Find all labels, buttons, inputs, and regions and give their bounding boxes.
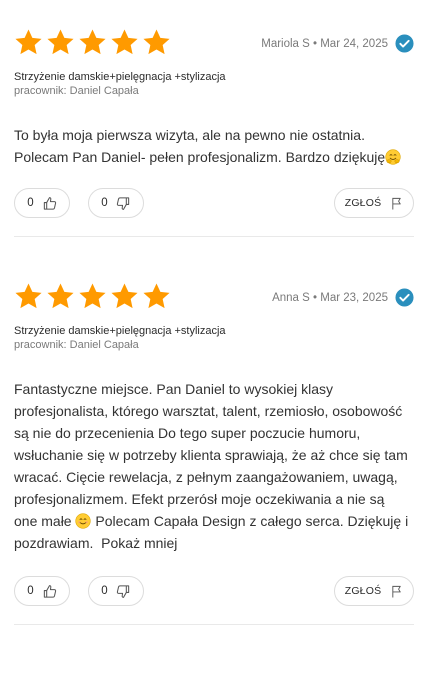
- star-icon: [78, 282, 107, 311]
- upvote-button[interactable]: 0: [14, 188, 70, 218]
- star-icon: [78, 28, 107, 57]
- report-label: ZGŁOŚ: [344, 197, 382, 209]
- review-text-part2: Polecam Capała Design z całego serca. Dz…: [14, 513, 409, 551]
- downvote-count: 0: [101, 197, 108, 209]
- flag-icon: [392, 197, 402, 210]
- smiling-face-icon: [75, 513, 92, 529]
- star-rating: [14, 28, 171, 57]
- employee-name: pracownik: Daniel Capała: [14, 339, 139, 351]
- review-actions: 0 0 ZGŁOŚ: [14, 188, 414, 220]
- review-text-content: To była moja pierwsza wizyta, ale na pew…: [14, 127, 386, 165]
- author-date: Anna S • Mar 23, 2025: [272, 291, 388, 304]
- review-actions: 0 0 ZGŁOŚ: [14, 576, 414, 608]
- author-date: Mariola S • Mar 24, 2025: [261, 37, 388, 50]
- thumbs-down-icon: [116, 584, 129, 598]
- service-name: Strzyżenie damskie+pielęgnacja +stylizac…: [14, 325, 226, 337]
- upvote-button[interactable]: 0: [14, 576, 70, 606]
- thumbs-up-icon: [43, 584, 56, 598]
- report-button[interactable]: ZGŁOŚ: [334, 576, 414, 606]
- thumbs-down-icon: [116, 196, 129, 210]
- upvote-count: 0: [27, 585, 34, 597]
- star-icon: [110, 28, 139, 57]
- star-icon: [142, 28, 171, 57]
- review-text: To była moja pierwsza wizyta, ale na pew…: [14, 124, 414, 168]
- report-button[interactable]: ZGŁOŚ: [334, 188, 414, 218]
- star-icon: [46, 28, 75, 57]
- downvote-button[interactable]: 0: [88, 576, 144, 606]
- downvote-count: 0: [101, 585, 108, 597]
- review-text: Fantastyczne miejsce. Pan Daniel to wyso…: [14, 378, 414, 554]
- employee-name: pracownik: Daniel Capała: [14, 85, 139, 97]
- star-rating: [14, 282, 171, 311]
- downvote-button[interactable]: 0: [88, 188, 144, 218]
- star-icon: [110, 282, 139, 311]
- review-card: Anna S • Mar 23, 2025 Strzyżenie damskie…: [14, 282, 414, 625]
- hugging-face-icon: [385, 149, 401, 165]
- star-icon: [46, 282, 75, 311]
- verified-check-icon: [395, 288, 414, 307]
- star-icon: [14, 282, 43, 311]
- upvote-count: 0: [27, 197, 34, 209]
- review-card: Mariola S • Mar 24, 2025 Strzyżenie dams…: [14, 28, 414, 237]
- review-text-part1: Fantastyczne miejsce. Pan Daniel to wyso…: [14, 381, 408, 529]
- service-name: Strzyżenie damskie+pielęgnacja +stylizac…: [14, 71, 226, 83]
- verified-check-icon: [395, 34, 414, 53]
- review-header: Anna S • Mar 23, 2025: [14, 282, 414, 314]
- review-meta: Mariola S • Mar 24, 2025: [261, 34, 414, 53]
- report-label: ZGŁOŚ: [344, 585, 382, 597]
- thumbs-up-icon: [43, 196, 56, 210]
- review-header: Mariola S • Mar 24, 2025: [14, 28, 414, 60]
- review-meta: Anna S • Mar 23, 2025: [272, 288, 414, 307]
- show-less-link[interactable]: Pokaż mniej: [101, 535, 177, 551]
- flag-icon: [392, 585, 402, 598]
- star-icon: [14, 28, 43, 57]
- star-icon: [142, 282, 171, 311]
